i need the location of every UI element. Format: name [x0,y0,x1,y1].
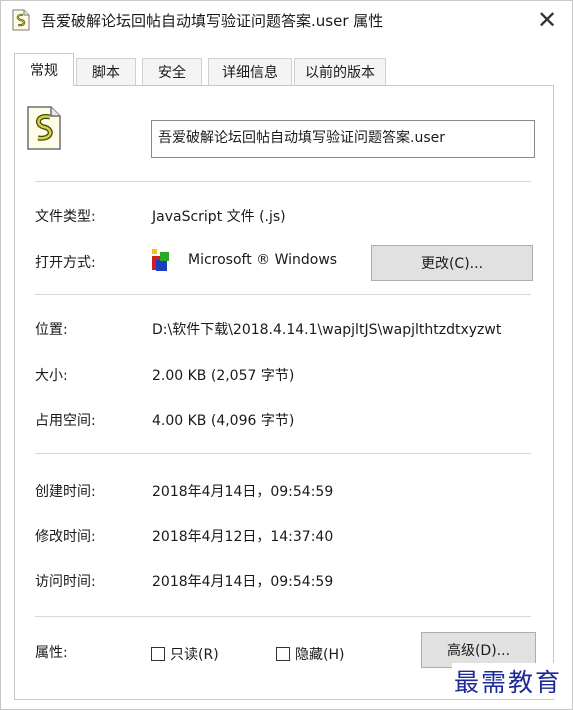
opens-with-value: Microsoft ® Windows [188,252,338,268]
created-value: 2018年4月14日，09:54:59 [152,484,334,500]
script-file-icon [12,9,30,31]
divider [35,616,531,617]
disk-size-label: 占用空间: [35,413,96,429]
tab-previous-versions[interactable]: 以前的版本 [294,58,386,85]
windows-script-host-icon [152,249,169,271]
accessed-value: 2018年4月14日，09:54:59 [152,574,334,590]
tab-security[interactable]: 安全 [142,58,202,85]
size-label: 大小: [35,368,68,384]
title-bar: 吾爱破解论坛回帖自动填写验证问题答案.user 属性 ✕ [1,1,572,39]
close-icon: ✕ [536,6,558,34]
divider [35,294,531,295]
created-label: 创建时间: [35,484,96,500]
properties-window: 吾爱破解论坛回帖自动填写验证问题答案.user 属性 ✕ 常规 脚本 安全 详细… [0,0,573,710]
tab-details[interactable]: 详细信息 [208,58,292,85]
location-label: 位置: [35,322,68,338]
window-title: 吾爱破解论坛回帖自动填写验证问题答案.user 属性 [41,12,384,30]
hidden-checkbox-box[interactable] [276,647,290,661]
script-file-icon [27,106,61,150]
location-value: D:\软件下载\2018.4.14.1\wapjltJS\wapjlthtzdt… [152,322,502,338]
size-value: 2.00 KB (2,057 字节) [152,368,295,384]
tab-script[interactable]: 脚本 [76,58,136,85]
readonly-checkbox-box[interactable] [151,647,165,661]
modified-label: 修改时间: [35,529,96,545]
close-button[interactable]: ✕ [532,5,562,35]
change-button[interactable]: 更改(C)... [371,245,533,281]
tab-general[interactable]: 常规 [14,53,74,86]
readonly-label: 只读(R) [170,647,219,663]
accessed-label: 访问时间: [35,574,96,590]
general-tab-panel [14,85,554,700]
modified-value: 2018年4月12日，14:37:40 [152,529,334,545]
opens-with-label: 打开方式: [35,255,96,271]
filename-input[interactable]: 吾爱破解论坛回帖自动填写验证问题答案.user [151,120,535,158]
watermark-text: 最需教育 [451,663,564,699]
file-type-label: 文件类型: [35,209,96,225]
attributes-label: 属性: [35,645,68,661]
file-type-value: JavaScript 文件 (.js) [152,209,286,225]
disk-size-value: 4.00 KB (4,096 字节) [152,413,295,429]
divider [35,453,531,454]
divider [35,181,531,182]
readonly-checkbox[interactable]: 只读(R) [151,644,219,664]
hidden-checkbox[interactable]: 隐藏(H) [276,644,344,664]
hidden-label: 隐藏(H) [295,647,345,663]
